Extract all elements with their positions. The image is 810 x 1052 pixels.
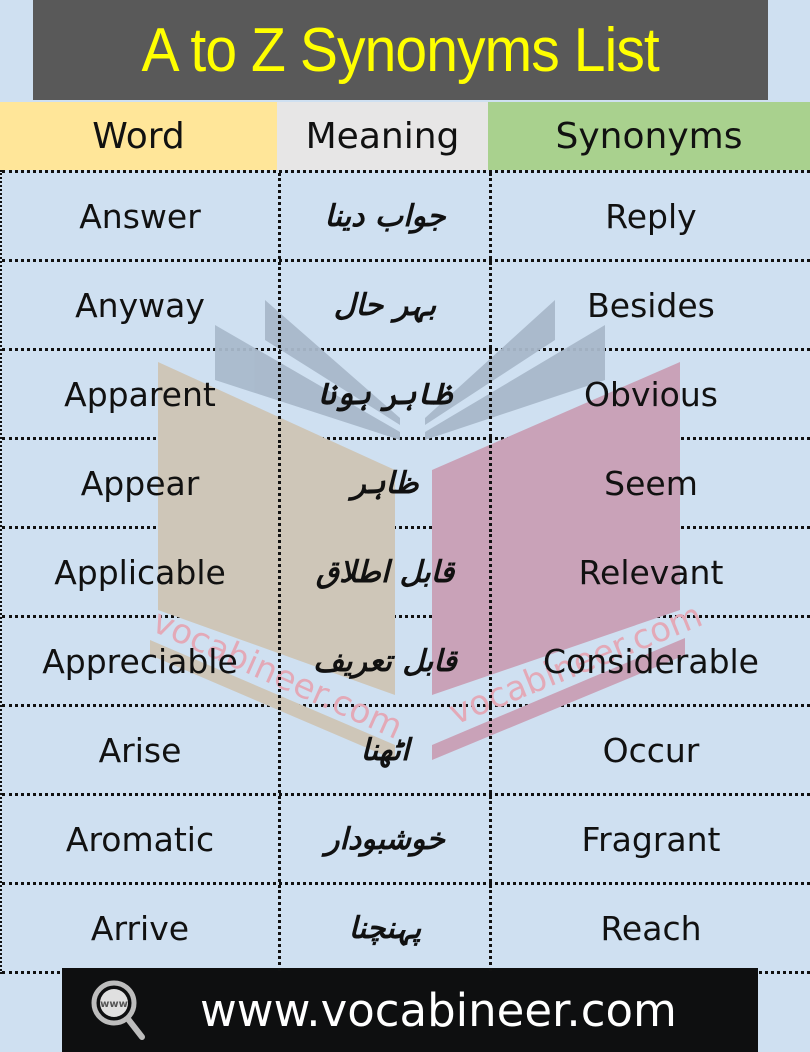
synonym-cell: Obvious — [584, 374, 718, 414]
website-url[interactable]: www.vocabineer.com — [200, 984, 677, 1037]
column-header-meaning: Meaning — [277, 102, 488, 170]
word-cell: Applicable — [2, 529, 281, 615]
meaning-cell: جواب دینا — [281, 173, 492, 259]
table-row: Appreciable قابل تعریف Considerable — [2, 615, 810, 704]
meaning-cell: قابل اطلاق — [281, 529, 492, 615]
table-row: Arise اٹھنا Occur — [2, 704, 810, 793]
www-magnifier-icon: www — [91, 980, 145, 1040]
word-cell: Arrive — [2, 885, 281, 971]
meaning-cell: اٹھنا — [281, 707, 492, 793]
table-row: Applicable قابل اطلاق Relevant — [2, 526, 810, 615]
synonym-cell: Besides — [587, 285, 715, 325]
title-banner: A to Z Synonyms List — [33, 0, 768, 100]
synonym-cell: Reach — [600, 908, 702, 948]
word-cell: Anyway — [2, 262, 281, 348]
word-cell: Apparent — [2, 351, 281, 437]
synonym-cell: Relevant — [578, 552, 724, 592]
table-row: Aromatic خوشبودار Fragrant — [2, 793, 810, 882]
meaning-cell: خوشبودار — [281, 796, 492, 882]
svg-text:www: www — [100, 999, 128, 1010]
table-row: Arrive پہنچنا Reach — [2, 882, 810, 974]
table-row: Appear ظاہر Seem — [2, 437, 810, 526]
column-header-row: Word Meaning Synonyms — [0, 102, 810, 170]
column-header-synonyms: Synonyms — [488, 102, 810, 170]
synonym-cell: Fragrant — [581, 819, 721, 859]
synonym-cell: Reply — [605, 196, 697, 236]
meaning-cell: ظاہر ہونا — [281, 351, 492, 437]
table-row: Answer جواب دینا Reply — [2, 170, 810, 259]
synonym-cell: Occur — [602, 730, 700, 770]
word-cell: Appear — [2, 440, 281, 526]
meaning-cell: قابل تعریف — [281, 618, 492, 704]
table-row: Apparent ظاہر ہونا Obvious — [2, 348, 810, 437]
synonym-cell: Considerable — [543, 641, 759, 681]
meaning-cell: ظاہر — [281, 440, 492, 526]
word-cell: Answer — [2, 173, 281, 259]
synonyms-table: Answer جواب دینا Reply Anyway بہر حال Be… — [0, 170, 810, 974]
word-cell: Appreciable — [2, 618, 281, 704]
word-cell: Aromatic — [2, 796, 281, 882]
footer-banner: www www.vocabineer.com — [62, 968, 758, 1052]
page-title: A to Z Synonyms List — [141, 15, 660, 85]
word-cell: Arise — [2, 707, 281, 793]
meaning-cell: بہر حال — [281, 262, 492, 348]
synonym-cell: Seem — [604, 463, 698, 503]
meaning-cell: پہنچنا — [281, 885, 492, 971]
column-header-word: Word — [0, 102, 277, 170]
table-row: Anyway بہر حال Besides — [2, 259, 810, 348]
